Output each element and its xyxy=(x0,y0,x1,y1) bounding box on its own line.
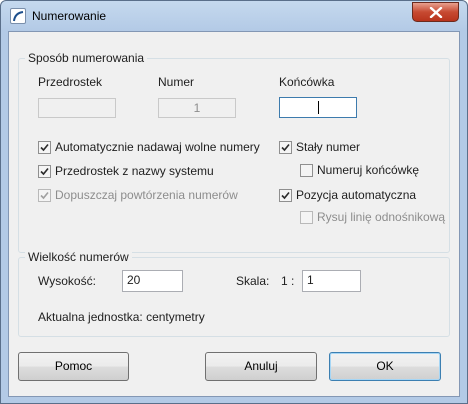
suffix-field[interactable] xyxy=(279,97,357,118)
prefix-field[interactable] xyxy=(38,98,116,118)
text-caret xyxy=(318,101,319,114)
auto-free-numbers-label[interactable]: Automatycznie nadawaj wolne numery xyxy=(55,140,260,154)
numbering-group-label: Sposób numerowania xyxy=(25,51,148,65)
close-button[interactable] xyxy=(412,2,459,22)
app-icon xyxy=(10,8,26,24)
number-label: Numer xyxy=(158,75,195,89)
scale-prefix: 1 : xyxy=(281,274,295,288)
checkmark-icon xyxy=(281,143,290,152)
dialog-client-area: Sposób numerowania Przedrostek Numer Koń… xyxy=(8,31,460,397)
number-suffix-checkbox[interactable] xyxy=(300,164,313,177)
number-field[interactable]: 1 xyxy=(158,98,236,118)
height-label: Wysokość: xyxy=(38,274,96,288)
prefix-from-system-label[interactable]: Przedrostek z nazwy systemu xyxy=(55,164,214,178)
cancel-button[interactable]: Anuluj xyxy=(205,352,317,381)
size-group: Wielkość numerów xyxy=(18,250,450,337)
dialog-window: Numerowanie Sposób numerowania Przedrost… xyxy=(0,0,468,404)
suffix-label: Końcówka xyxy=(279,75,335,89)
allow-duplicates-label: Dopuszczaj powtórzenia numerów xyxy=(55,188,238,202)
number-suffix-label[interactable]: Numeruj końcówkę xyxy=(317,163,419,177)
auto-free-numbers-checkbox[interactable] xyxy=(38,141,51,154)
ok-button[interactable]: OK xyxy=(329,352,441,381)
auto-position-checkbox[interactable] xyxy=(279,189,292,202)
unit-info: Aktualna jednostka: centymetry xyxy=(38,310,205,324)
auto-position-label[interactable]: Pozycja automatyczna xyxy=(296,188,416,202)
window-title: Numerowanie xyxy=(32,9,107,23)
close-icon xyxy=(429,7,443,18)
draw-leader-checkbox xyxy=(300,211,313,224)
fixed-number-checkbox[interactable] xyxy=(279,141,292,154)
fixed-number-label[interactable]: Stały numer xyxy=(296,140,360,154)
allow-duplicates-checkbox xyxy=(38,189,51,202)
checkmark-icon xyxy=(40,143,49,152)
prefix-from-system-checkbox[interactable] xyxy=(38,165,51,178)
checkmark-icon xyxy=(40,167,49,176)
help-button[interactable]: Pomoc xyxy=(18,352,129,381)
scale-field[interactable]: 1 xyxy=(302,270,361,292)
size-group-label: Wielkość numerów xyxy=(25,250,132,264)
scale-label: Skala: xyxy=(236,274,270,288)
title-bar[interactable]: Numerowanie xyxy=(1,1,467,31)
prefix-label: Przedrostek xyxy=(38,75,103,89)
checkmark-icon xyxy=(281,191,290,200)
height-field[interactable]: 20 xyxy=(122,270,183,292)
checkmark-icon xyxy=(40,191,49,200)
draw-leader-label: Rysuj linię odnośnikową xyxy=(317,210,446,224)
